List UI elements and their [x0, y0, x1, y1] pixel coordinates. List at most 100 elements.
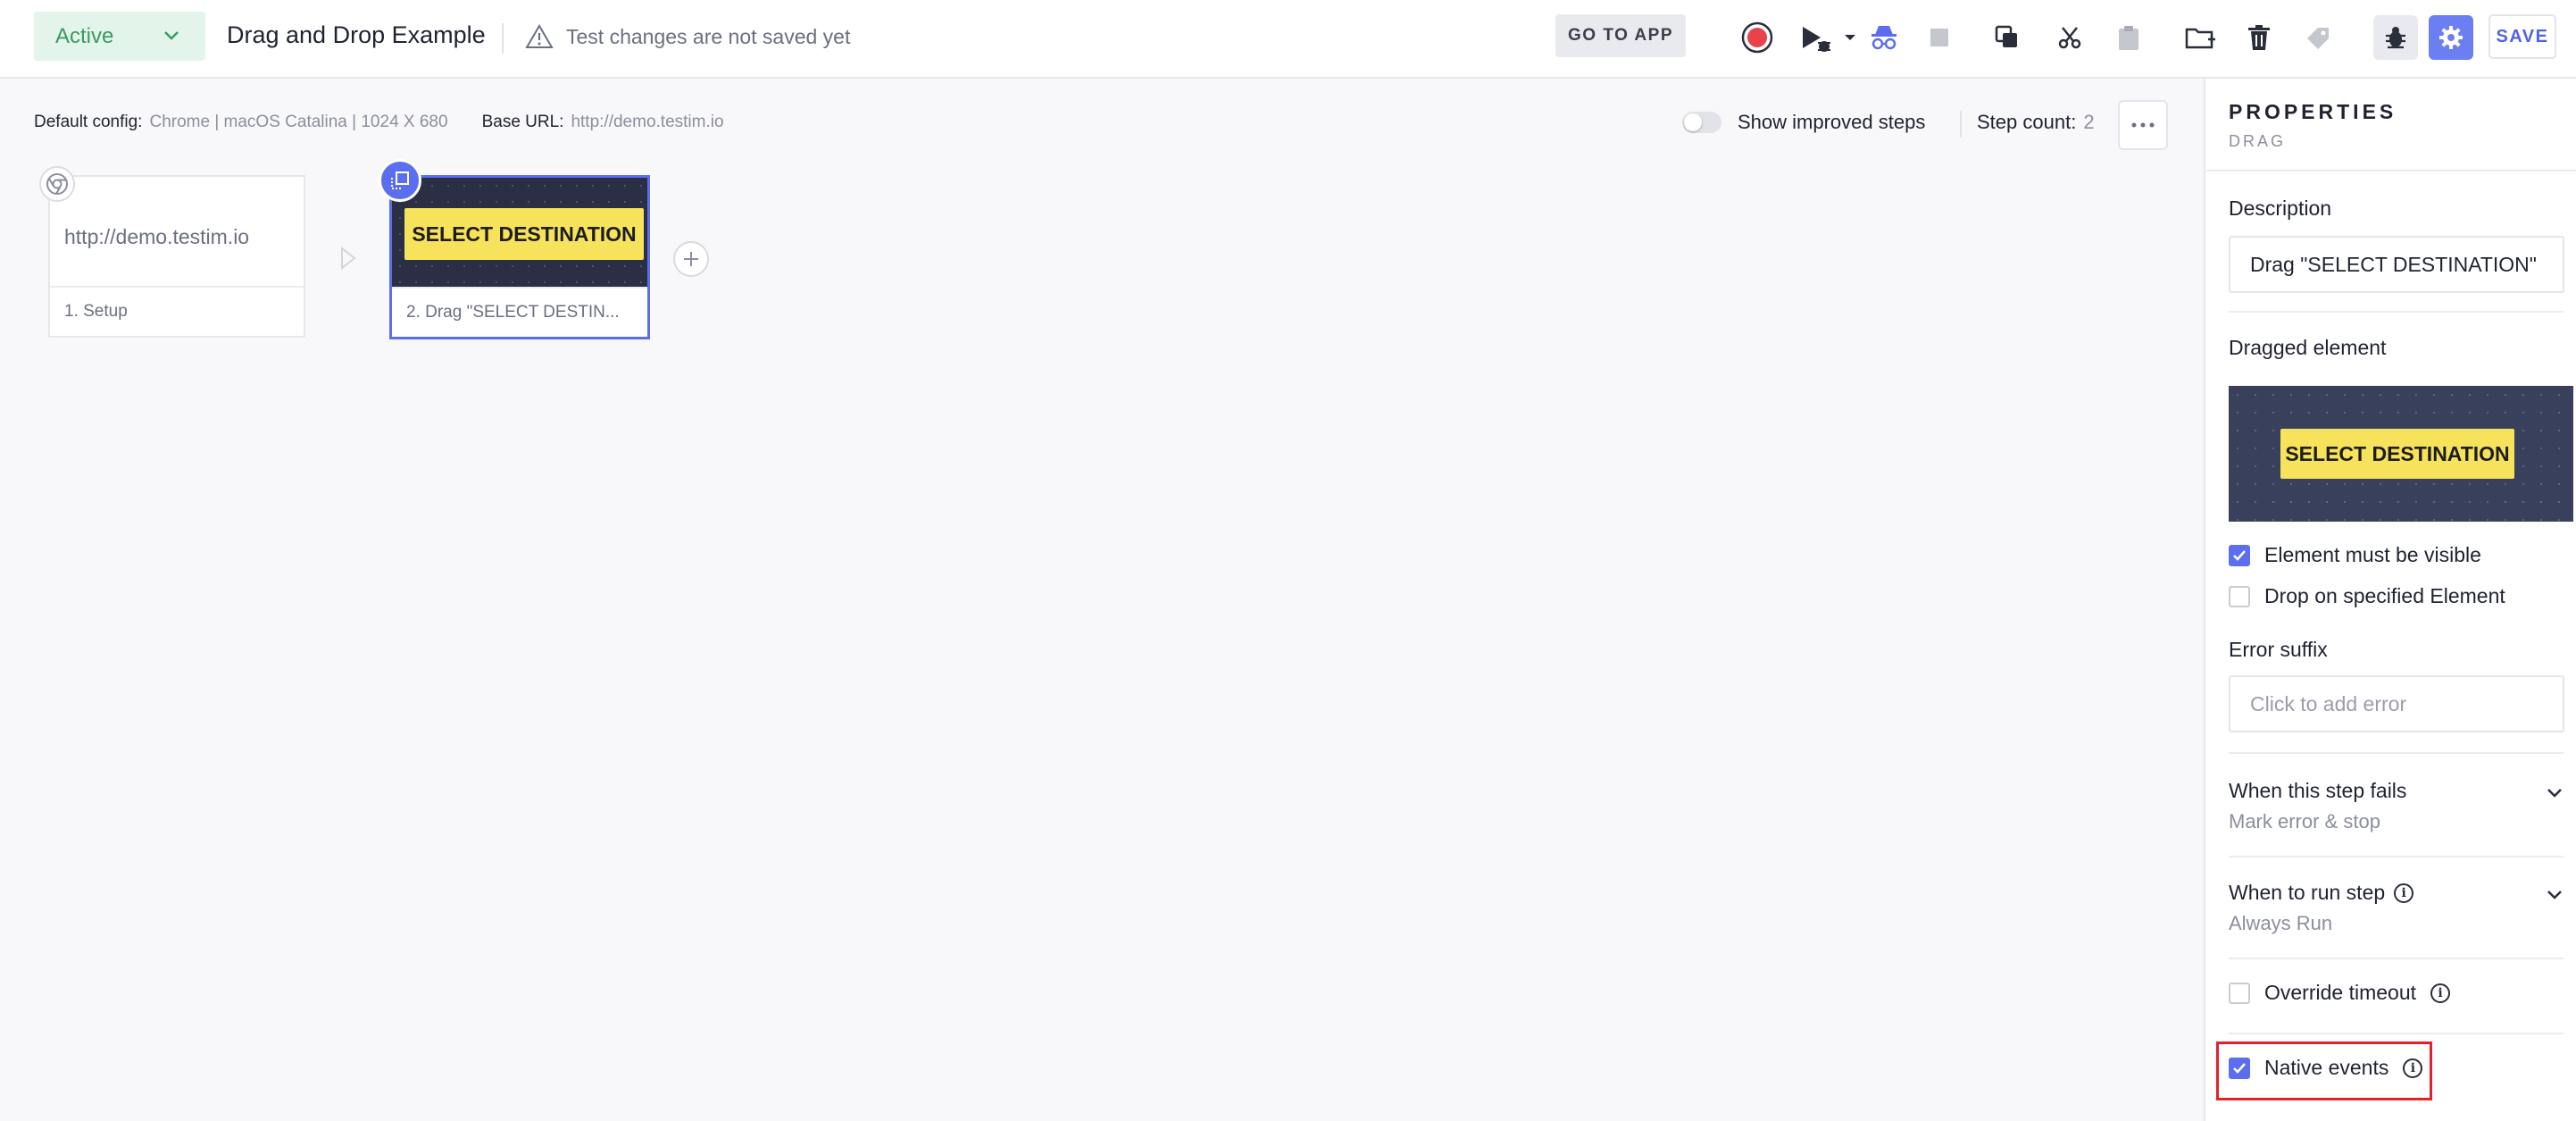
default-config-label: Default config:: [34, 113, 143, 131]
drag-step-icon: [379, 159, 421, 202]
step-connector-arrow-icon: [341, 247, 356, 270]
clipboard-icon: [2119, 26, 2138, 50]
when-to-run-dropdown[interactable]: When to run step i Always Run: [2229, 881, 2564, 935]
caret-down-icon: [1845, 35, 1855, 40]
step-thumb-url: http://demo.testim.io: [64, 225, 250, 248]
base-url-value[interactable]: http://demo.testim.io: [571, 113, 723, 132]
when-to-run-title: When to run step: [2229, 881, 2386, 904]
bug-icon: [2386, 27, 2405, 49]
copy-button[interactable]: [1988, 18, 2027, 57]
paste-button[interactable]: [2109, 18, 2148, 57]
drop-on-element-label: Drop on specified Element: [2264, 584, 2505, 607]
override-timeout-checkbox[interactable]: [2229, 982, 2250, 1004]
add-step-button[interactable]: [673, 241, 709, 277]
status-dropdown[interactable]: Active: [34, 12, 205, 61]
cut-button[interactable]: [2050, 18, 2089, 57]
label-button[interactable]: [2298, 18, 2338, 57]
when-step-fails-dropdown[interactable]: When this step fails Mark error & stop: [2229, 779, 2564, 833]
check-icon: [2233, 549, 2246, 561]
divider: [2229, 1033, 2563, 1034]
error-suffix-input[interactable]: Click to add error: [2229, 675, 2564, 732]
warning-icon: [525, 24, 554, 48]
divider: [2229, 752, 2563, 754]
divider: [2205, 170, 2576, 171]
divider: [2229, 311, 2563, 313]
divider: [1960, 111, 1962, 138]
copy-icon: [1995, 25, 2017, 47]
config-bar: Default config: Chrome | macOS Catalina …: [34, 113, 758, 132]
element-visible-checkbox[interactable]: [2229, 544, 2250, 566]
info-icon[interactable]: i: [2394, 883, 2414, 903]
stop-button[interactable]: [1920, 18, 1959, 57]
settings-button[interactable]: [2429, 15, 2473, 60]
step-count-value: 2: [2083, 111, 2095, 133]
run-options-dropdown[interactable]: [1838, 18, 1863, 57]
properties-panel: PROPERTIES DRAG Description Drag "SELECT…: [2204, 79, 2576, 1121]
highlight-annotation: [2216, 1042, 2432, 1100]
play-debug-icon: [1803, 27, 1830, 52]
tag-icon: [2307, 28, 2329, 49]
chevron-down-icon: [164, 31, 179, 40]
run-debug-button[interactable]: [1791, 18, 1839, 57]
override-timeout-checkbox-row[interactable]: Override timeout i: [2229, 981, 2451, 1005]
drop-on-element-checkbox-row[interactable]: Drop on specified Element: [2229, 584, 2505, 608]
description-label: Description: [2229, 197, 2332, 220]
record-button[interactable]: [1738, 18, 1777, 57]
more-options-button[interactable]: [2118, 100, 2168, 150]
record-icon: [1741, 21, 1773, 54]
divider: [502, 23, 504, 54]
add-folder-button[interactable]: [2180, 18, 2220, 57]
default-config-value[interactable]: Chrome | macOS Catalina | 1024 X 680: [149, 113, 447, 132]
drop-on-element-checkbox[interactable]: [2229, 585, 2250, 607]
dragged-element-label: Dragged element: [2229, 336, 2387, 359]
chevron-down-icon: [2547, 891, 2562, 899]
stop-icon: [1930, 29, 1948, 46]
dragged-element-text: SELECT DESTINATION: [2280, 429, 2514, 479]
when-to-run-value: Always Run: [2229, 912, 2333, 934]
test-title[interactable]: Drag and Drop Example: [227, 21, 486, 49]
show-improved-steps-label: Show improved steps: [1738, 111, 1926, 133]
top-toolbar: Active Drag and Drop Example Test change…: [0, 0, 2576, 79]
status-value: Active: [55, 23, 114, 48]
step-card-setup[interactable]: http://demo.testim.io 1. Setup: [48, 175, 305, 338]
base-url-label: Base URL:: [481, 113, 564, 131]
when-step-fails-value: Mark error & stop: [2229, 810, 2380, 832]
trash-icon: [2248, 25, 2270, 50]
go-to-app-button[interactable]: GO TO APP: [1555, 14, 1686, 57]
warning-text: Test changes are not saved yet: [566, 24, 851, 48]
toggle-switch[interactable]: [1682, 112, 1722, 133]
divider: [2229, 958, 2563, 959]
gear-icon: [2439, 26, 2463, 49]
step-count-label: Step count:: [1977, 111, 2077, 133]
step-count: Step count: 2: [1977, 111, 2095, 134]
delete-button[interactable]: [2239, 18, 2279, 57]
more-horizontal-icon: [2131, 122, 2155, 128]
dragged-element-screenshot[interactable]: SELECT DESTINATION: [2229, 386, 2573, 522]
element-visible-label: Element must be visible: [2264, 543, 2481, 566]
thumbnail-button-text: SELECT DESTINATION: [404, 208, 644, 260]
divider: [2229, 856, 2563, 857]
incognito-icon: [1872, 26, 1897, 50]
scissors-icon: [2058, 27, 2081, 49]
info-icon[interactable]: i: [2430, 983, 2451, 1003]
save-button[interactable]: SAVE: [2488, 14, 2556, 59]
panel-title: PROPERTIES: [2229, 100, 2397, 123]
step-card-drag[interactable]: SELECT DESTINATION 2. Drag "SELECT DESTI…: [389, 175, 650, 339]
plus-icon: [684, 252, 698, 266]
panel-subtitle: DRAG: [2229, 132, 2287, 150]
element-visible-checkbox-row[interactable]: Element must be visible: [2229, 543, 2481, 567]
chrome-icon: [39, 166, 75, 202]
override-timeout-label: Override timeout: [2264, 981, 2417, 1004]
unsaved-warning: Test changes are not saved yet: [525, 23, 850, 50]
when-step-fails-title: When this step fails: [2229, 779, 2407, 802]
step-label: 1. Setup: [50, 286, 304, 336]
step-thumbnail: SELECT DESTINATION: [392, 178, 647, 289]
show-improved-steps-toggle[interactable]: Show improved steps: [1682, 111, 1925, 134]
error-suffix-label: Error suffix: [2229, 638, 2328, 661]
chevron-down-icon: [2547, 789, 2562, 798]
folder-plus-icon: [2185, 28, 2215, 49]
step-label: 2. Drag "SELECT DESTIN...: [392, 287, 647, 337]
debug-panel-button[interactable]: [2373, 15, 2418, 60]
incognito-button[interactable]: [1864, 18, 1904, 57]
description-input[interactable]: Drag "SELECT DESTINATION": [2229, 236, 2564, 293]
